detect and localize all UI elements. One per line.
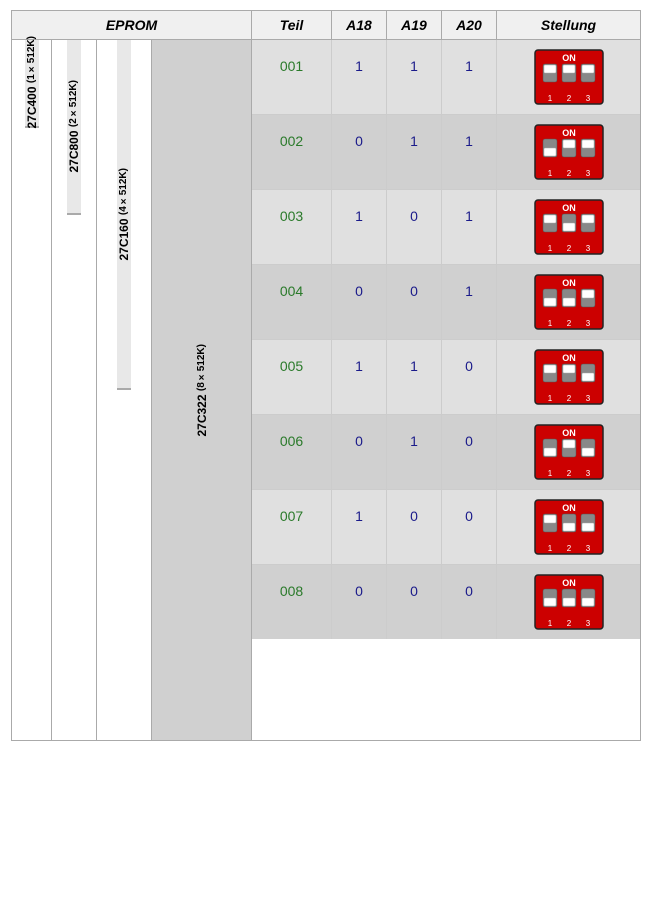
table-row: 004 0 0 1 ON 1 2 3 [252, 265, 640, 340]
svg-text:2: 2 [566, 394, 571, 403]
eprom-27c400-col: 27C400 (1×512K) [12, 40, 52, 740]
cell-a19: 0 [387, 490, 442, 564]
cell-a20: 1 [442, 115, 497, 189]
svg-text:ON: ON [562, 353, 576, 363]
svg-text:2: 2 [566, 544, 571, 553]
svg-text:ON: ON [562, 203, 576, 213]
eprom-27c160-label: 27C160 (4×512K) [117, 168, 131, 261]
eprom-27c800-label: 27C800 (2×512K) [67, 80, 81, 173]
cell-a19: 0 [387, 265, 442, 339]
svg-text:ON: ON [562, 53, 576, 63]
cell-a20: 0 [442, 340, 497, 414]
cell-a19: 1 [387, 40, 442, 114]
svg-text:ON: ON [562, 578, 576, 588]
svg-text:1: 1 [547, 619, 552, 628]
cell-a20: 0 [442, 490, 497, 564]
eprom-27c400-label: 27C400 (1×512K) [25, 36, 39, 129]
svg-text:1: 1 [547, 244, 552, 253]
svg-text:ON: ON [562, 278, 576, 288]
cell-a19: 0 [387, 565, 442, 639]
cell-teil: 003 [252, 190, 332, 264]
cell-a19: 0 [387, 190, 442, 264]
table-row: 002 0 1 1 ON 1 2 3 [252, 115, 640, 190]
cell-stellung: ON 1 2 3 [497, 490, 640, 564]
svg-text:ON: ON [562, 128, 576, 138]
cell-stellung: ON 1 2 3 [497, 265, 640, 339]
cell-a18: 0 [332, 565, 387, 639]
cell-stellung: ON 1 2 3 [497, 340, 640, 414]
cell-a20: 0 [442, 565, 497, 639]
cell-a20: 1 [442, 40, 497, 114]
table-row: 007 1 0 0 ON 1 2 3 [252, 490, 640, 565]
cell-a19: 1 [387, 415, 442, 489]
eprom-27c800-col: 27C800 (2×512K) [52, 40, 97, 740]
cell-a18: 0 [332, 115, 387, 189]
header-eprom: EPROM [12, 11, 252, 39]
eprom-27c160-col: 27C160 (4×512K) [97, 40, 152, 740]
svg-text:2: 2 [566, 619, 571, 628]
svg-text:1: 1 [547, 319, 552, 328]
table-body: 27C400 (1×512K) 27C800 (2×512K) 27C160 (… [12, 40, 640, 740]
cell-a18: 1 [332, 40, 387, 114]
main-table: EPROM Teil A18 A19 A20 Stellung 27C400 (… [11, 10, 641, 741]
svg-text:3: 3 [585, 319, 590, 328]
svg-text:2: 2 [566, 94, 571, 103]
table-header: EPROM Teil A18 A19 A20 Stellung [12, 11, 640, 40]
svg-text:3: 3 [585, 94, 590, 103]
svg-text:1: 1 [547, 94, 552, 103]
cell-a20: 0 [442, 415, 497, 489]
svg-text:1: 1 [547, 169, 552, 178]
eprom-27c322-label: 27C322 (8×512K) [195, 344, 209, 437]
table-row: 006 0 1 0 ON 1 2 3 [252, 415, 640, 490]
cell-stellung: ON 1 2 3 [497, 415, 640, 489]
svg-text:1: 1 [547, 469, 552, 478]
cell-teil: 004 [252, 265, 332, 339]
svg-text:ON: ON [562, 428, 576, 438]
svg-text:3: 3 [585, 619, 590, 628]
svg-text:3: 3 [585, 394, 590, 403]
cell-teil: 002 [252, 115, 332, 189]
table-row: 003 1 0 1 ON 1 2 3 [252, 190, 640, 265]
header-a19: A19 [387, 11, 442, 39]
header-stellung: Stellung [497, 11, 640, 39]
cell-teil: 007 [252, 490, 332, 564]
cell-a20: 1 [442, 265, 497, 339]
header-a18: A18 [332, 11, 387, 39]
svg-text:3: 3 [585, 244, 590, 253]
svg-text:3: 3 [585, 544, 590, 553]
cell-a19: 1 [387, 340, 442, 414]
cell-teil: 005 [252, 340, 332, 414]
table-row: 001 1 1 1 ON 1 2 3 [252, 40, 640, 115]
table-row: 005 1 1 0 ON 1 2 3 [252, 340, 640, 415]
cell-teil: 001 [252, 40, 332, 114]
cell-a20: 1 [442, 190, 497, 264]
cell-stellung: ON 1 2 3 [497, 190, 640, 264]
cell-a18: 0 [332, 265, 387, 339]
header-a20: A20 [442, 11, 497, 39]
cell-stellung: ON 1 2 3 [497, 565, 640, 639]
svg-text:2: 2 [566, 319, 571, 328]
svg-text:3: 3 [585, 469, 590, 478]
cell-teil: 006 [252, 415, 332, 489]
header-teil: Teil [252, 11, 332, 39]
cell-stellung: ON 1 2 3 [497, 115, 640, 189]
svg-text:1: 1 [547, 394, 552, 403]
cell-stellung: ON 1 2 3 [497, 40, 640, 114]
svg-text:1: 1 [547, 544, 552, 553]
eprom-columns: 27C400 (1×512K) 27C800 (2×512K) 27C160 (… [12, 40, 252, 740]
data-section: 001 1 1 1 ON123 002 0 1 1 ON123 003 1 0 … [252, 40, 640, 740]
svg-text:3: 3 [585, 169, 590, 178]
cell-a18: 1 [332, 490, 387, 564]
cell-a19: 1 [387, 115, 442, 189]
cell-a18: 1 [332, 190, 387, 264]
svg-text:2: 2 [566, 469, 571, 478]
cell-a18: 0 [332, 415, 387, 489]
eprom-27c322-col: 27C322 (8×512K) [152, 40, 251, 740]
svg-text:2: 2 [566, 169, 571, 178]
svg-text:ON: ON [562, 503, 576, 513]
table-row: 008 0 0 0 ON 1 2 3 [252, 565, 640, 639]
cell-teil: 008 [252, 565, 332, 639]
svg-text:2: 2 [566, 244, 571, 253]
cell-a18: 1 [332, 340, 387, 414]
